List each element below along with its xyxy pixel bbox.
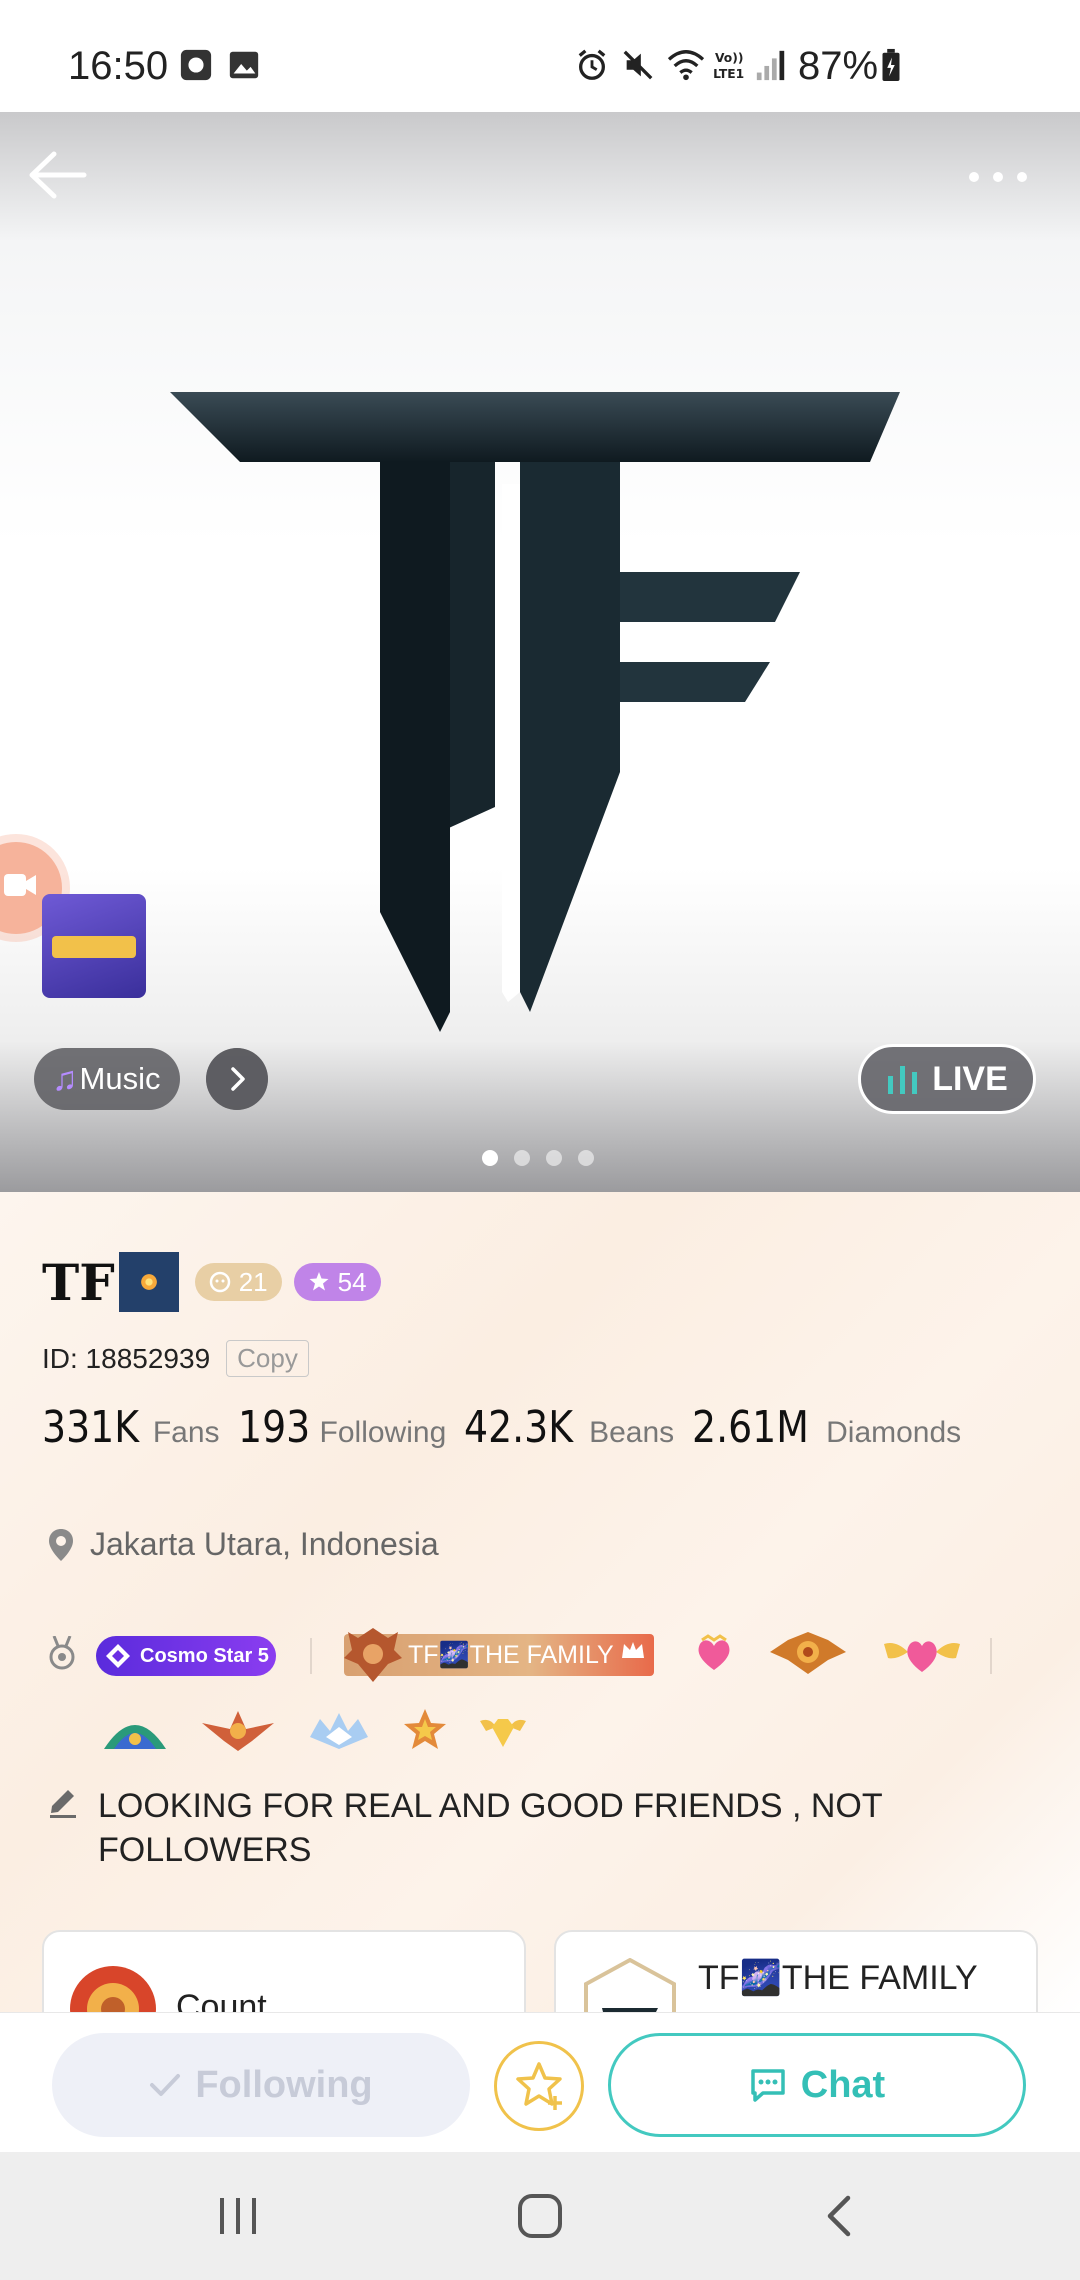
location-text: Jakarta Utara, Indonesia bbox=[90, 1526, 439, 1562]
event-banner-amount-graphic bbox=[52, 936, 136, 958]
family-card-title: TF🌌THE FAMILY bbox=[698, 1959, 978, 1997]
following-button[interactable]: Following bbox=[52, 2033, 470, 2137]
action-bar: Following Chat bbox=[0, 2012, 1080, 2152]
cosmo-star-label: Cosmo Star 5 bbox=[140, 1644, 269, 1667]
home-icon[interactable] bbox=[516, 2192, 564, 2240]
system-back-icon[interactable] bbox=[822, 2194, 856, 2238]
tf-logo-image bbox=[170, 392, 900, 1032]
image-notification-icon bbox=[229, 51, 259, 79]
badge-divider bbox=[310, 1638, 312, 1674]
music-next-button[interactable] bbox=[206, 1048, 268, 1110]
music-note-icon: ♫ bbox=[52, 1059, 78, 1098]
badges-row-2 bbox=[100, 1702, 528, 1758]
chat-button-label: Chat bbox=[800, 2063, 886, 2106]
back-arrow-icon[interactable] bbox=[22, 140, 92, 210]
user-id: ID: 18852939 bbox=[42, 1342, 211, 1374]
cosmo-star-badge[interactable]: Cosmo Star 5 bbox=[96, 1636, 276, 1676]
family-badge-label: TF🌌THE FAMILY bbox=[408, 1640, 614, 1669]
diamonds-label: Diamonds bbox=[826, 1416, 962, 1449]
live-bars-icon bbox=[888, 1066, 918, 1094]
video-camera-icon bbox=[4, 874, 36, 896]
cosmo-star-icon bbox=[106, 1644, 130, 1668]
volte-lte-icon: Vo)) LTE1 bbox=[713, 51, 744, 81]
cover-page-indicator bbox=[482, 1150, 594, 1166]
live-label: LIVE bbox=[932, 1059, 1008, 1098]
status-time: 16:50 bbox=[68, 44, 169, 88]
alarm-icon bbox=[578, 49, 606, 80]
page-dot bbox=[546, 1150, 562, 1166]
gold-star-badge-icon bbox=[404, 1709, 446, 1749]
user-id-row: ID: 18852939 Copy bbox=[42, 1340, 309, 1377]
following-count[interactable]: 193 bbox=[238, 1402, 310, 1453]
bio-row: LOOKING FOR REAL AND GOOD FRIENDS , NOT … bbox=[48, 1784, 978, 1872]
bio-text: LOOKING FOR REAL AND GOOD FRIENDS , NOT … bbox=[98, 1787, 883, 1869]
medal-icon bbox=[49, 1636, 75, 1670]
page-dot bbox=[482, 1150, 498, 1166]
profile-stats: 331K Fans 193 Following 42.3K Beans 2.61… bbox=[42, 1402, 979, 1453]
music-label: Music bbox=[79, 1061, 161, 1096]
level-icon bbox=[209, 1271, 230, 1293]
status-bar: 16:50 Vo)) LTE1 87% bbox=[0, 0, 1080, 112]
fans-label[interactable]: Fans bbox=[153, 1416, 220, 1450]
beans-label: Beans bbox=[589, 1416, 675, 1449]
favorite-star-button[interactable] bbox=[494, 2041, 584, 2131]
mute-icon bbox=[623, 50, 653, 80]
following-label[interactable]: Following bbox=[320, 1416, 447, 1450]
page-dot bbox=[514, 1150, 530, 1166]
profile-cover[interactable]: ♫ Music LIVE bbox=[0, 112, 1080, 1192]
user-level-badge[interactable]: 21 bbox=[194, 1263, 282, 1301]
crystal-crown-badge-icon bbox=[310, 1713, 368, 1749]
copy-id-button[interactable]: Copy bbox=[226, 1340, 309, 1377]
chat-bubble-icon bbox=[751, 2069, 785, 2102]
checkmark-icon bbox=[150, 2074, 181, 2096]
signal-icon bbox=[756, 50, 785, 81]
chat-button[interactable]: Chat bbox=[608, 2033, 1026, 2137]
crown-icon bbox=[622, 1642, 644, 1658]
star-badge-icon bbox=[309, 1272, 329, 1291]
winged-diamond-badge-icon bbox=[480, 1719, 526, 1747]
peacock-badge-icon bbox=[104, 1725, 166, 1749]
edit-pencil-icon bbox=[50, 1790, 76, 1818]
diamonds-count: 2.61M bbox=[692, 1402, 810, 1453]
badges-row: Cosmo Star 5 TF🌌THE FAMILY bbox=[48, 1624, 1048, 1684]
profile-info: TF 21 54 ID: 18852939 Copy 331K Fans 193… bbox=[0, 1192, 1080, 2130]
winged-heart-icon bbox=[884, 1641, 960, 1672]
profile-page: 16:50 Vo)) LTE1 87% ♫ Music LIVE TF 21 5… bbox=[0, 0, 1080, 2280]
location-row: Jakarta Utara, Indonesia bbox=[48, 1526, 439, 1563]
battery-charging-icon bbox=[882, 48, 900, 82]
phoenix-badge-icon bbox=[202, 1711, 274, 1751]
page-dot bbox=[578, 1150, 594, 1166]
recent-apps-icon[interactable] bbox=[216, 2196, 262, 2236]
heart-gem-icon bbox=[698, 1634, 730, 1670]
following-button-label: Following bbox=[195, 2063, 373, 2106]
music-tag[interactable]: ♫ Music bbox=[34, 1048, 181, 1110]
star-add-icon bbox=[516, 2062, 562, 2110]
dragon-crest-icon bbox=[344, 1628, 402, 1682]
badge-divider bbox=[990, 1638, 992, 1674]
name-row: TF 21 54 bbox=[42, 1252, 381, 1312]
beans-count: 42.3K bbox=[464, 1402, 574, 1453]
user-level-value: 21 bbox=[238, 1266, 268, 1297]
live-button[interactable]: LIVE bbox=[858, 1044, 1036, 1114]
location-pin-icon bbox=[49, 1528, 73, 1561]
event-banner-thumbnail[interactable] bbox=[42, 894, 146, 998]
wifi-icon bbox=[667, 50, 705, 81]
firework-emoji-icon bbox=[118, 1252, 179, 1312]
svg-text:Vo)): Vo)) bbox=[715, 51, 743, 65]
star-level-badge[interactable]: 54 bbox=[293, 1263, 381, 1301]
lion-crest-icon bbox=[770, 1632, 846, 1674]
profile-name: TF bbox=[42, 1252, 115, 1312]
star-level-value: 54 bbox=[337, 1266, 367, 1297]
battery-percent: 87% bbox=[798, 44, 879, 88]
system-nav-bar bbox=[0, 2152, 1080, 2280]
svg-text:LTE1: LTE1 bbox=[713, 67, 744, 81]
fans-count[interactable]: 331K bbox=[42, 1402, 139, 1453]
more-options-icon[interactable] bbox=[960, 162, 1040, 192]
gallery-notification-icon bbox=[180, 49, 212, 81]
